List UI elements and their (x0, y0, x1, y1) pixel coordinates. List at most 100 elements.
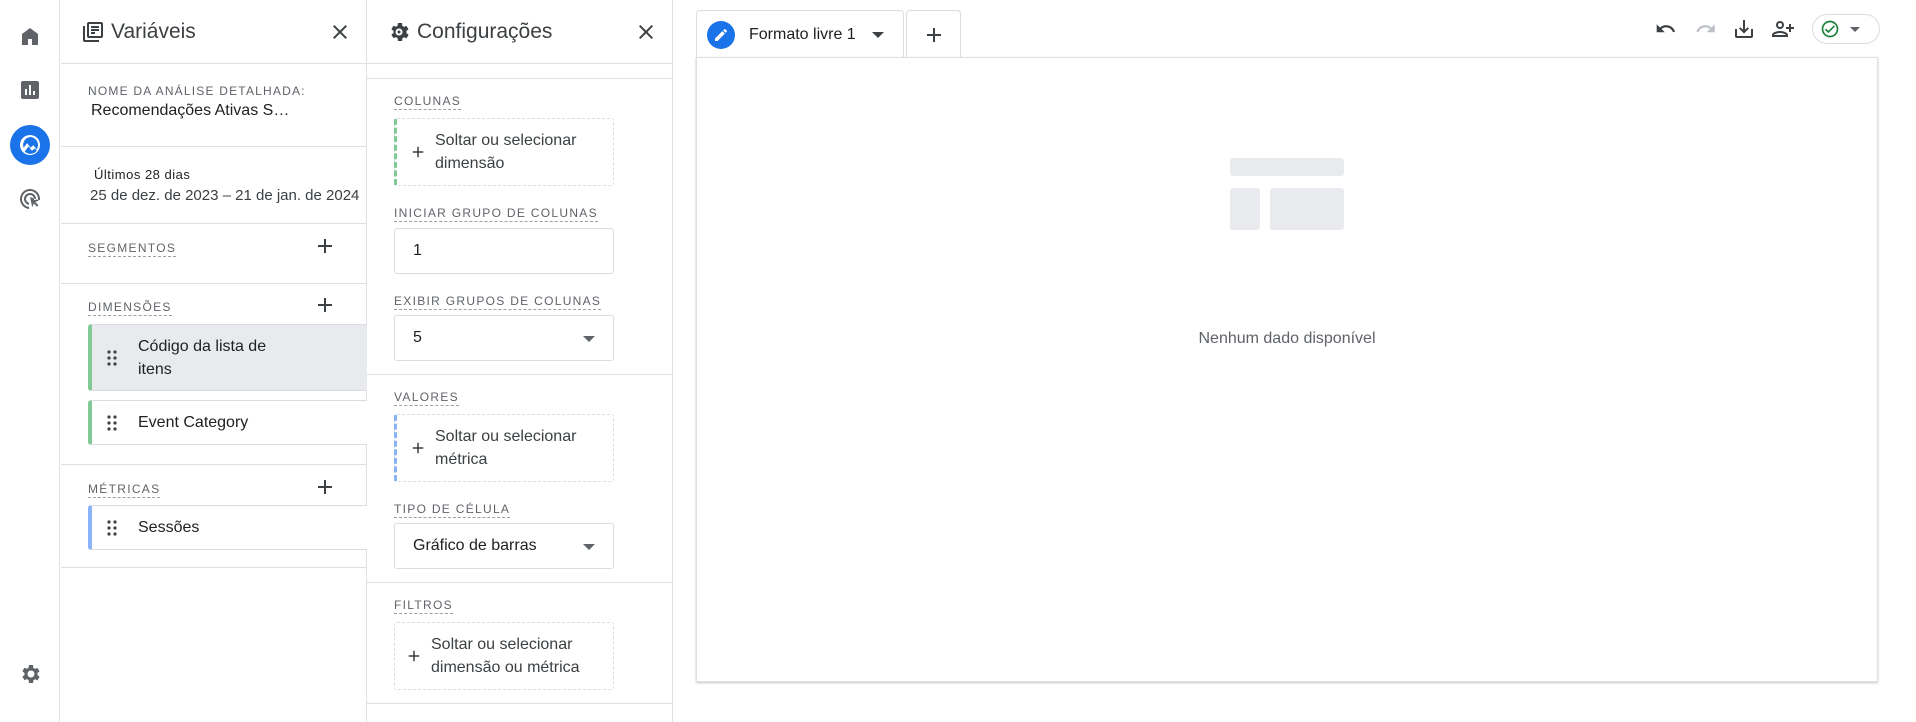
redo-icon (1696, 24, 1715, 33)
exploration-canvas[interactable]: Nenhum dado disponível (696, 57, 1878, 682)
drag-handle-icon[interactable] (106, 349, 124, 367)
chevron-down-icon (1850, 26, 1860, 32)
gear-icon (387, 20, 411, 44)
gear-icon (22, 665, 40, 683)
columns-label: COLUNAS (394, 94, 462, 110)
chevron-down-icon[interactable] (871, 31, 884, 38)
nav-rail (0, 0, 60, 722)
plus-icon (926, 27, 941, 42)
check-circle-icon (1820, 19, 1840, 39)
values-dropzone-label: Soltar ou selecionar métrica (435, 428, 577, 468)
nav-home[interactable] (10, 16, 50, 56)
dimension-chip[interactable]: Código da lista de itens (88, 324, 401, 391)
close-settings-button[interactable] (634, 20, 658, 44)
home-icon (22, 28, 38, 45)
variables-title: Variáveis (111, 19, 196, 43)
nav-explore[interactable] (10, 125, 50, 165)
plus-icon (405, 647, 423, 665)
redo-button[interactable] (1692, 15, 1720, 43)
share-button[interactable] (1769, 15, 1797, 43)
columns-dropzone-label: Soltar ou selecionar dimensão (435, 132, 577, 172)
analysis-name-value: Recomendações Ativas S… (91, 102, 290, 119)
nav-advertising[interactable] (10, 179, 50, 219)
plus-icon (318, 239, 332, 253)
start-group-label: INICIAR GRUPO DE COLUNAS (394, 206, 598, 222)
download-button[interactable] (1730, 15, 1758, 43)
settings-panel: Configurações COLUNAS Soltar ou selecion… (367, 0, 673, 722)
dimension-indicator (394, 119, 397, 185)
metric-chip-label: Sessões (138, 519, 200, 536)
cell-type-label: TIPO DE CÉLULA (394, 502, 511, 518)
variables-header: Variáveis (61, 0, 366, 64)
date-range-value: 25 de dez. de 2023 – 21 de jan. de 2024 (90, 187, 360, 204)
divider (61, 283, 366, 284)
advertising-icon (19, 189, 41, 209)
status-menu[interactable] (1812, 14, 1880, 44)
divider (367, 703, 672, 704)
filters-dropzone-label: Soltar ou selecionar dimensão ou métrica (431, 636, 580, 676)
divider (61, 223, 366, 224)
settings-header: Configurações (367, 0, 672, 64)
values-dropzone[interactable]: Soltar ou selecionar métrica (394, 414, 614, 482)
plus-icon (318, 298, 332, 312)
close-icon (639, 25, 653, 39)
filters-dropzone[interactable]: Soltar ou selecionar dimensão ou métrica (394, 622, 614, 690)
nav-reports[interactable] (10, 70, 50, 110)
dimension-chip-label: Código da lista de itens (138, 337, 267, 378)
variables-panel: Variáveis NOME DA ANÁLISE DETALHADA: Rec… (61, 0, 401, 722)
reports-icon (21, 81, 39, 99)
add-segment-button[interactable] (313, 234, 337, 258)
filters-label: FILTROS (394, 598, 453, 614)
close-icon (333, 25, 347, 39)
add-metric-button[interactable] (313, 475, 337, 499)
date-range[interactable]: Últimos 28 dias 25 de dez. de 2023 – 21 … (90, 167, 359, 204)
dimension-chip[interactable]: Event Category (88, 400, 401, 445)
empty-table-icon (1230, 158, 1344, 230)
metric-indicator (394, 415, 397, 481)
show-groups-label: EXIBIR GRUPOS DE COLUNAS (394, 294, 602, 310)
person-add-icon (1772, 21, 1794, 37)
add-tab-button[interactable] (906, 10, 961, 58)
close-variables-button[interactable] (328, 20, 352, 44)
analysis-name-block[interactable]: NOME DA ANÁLISE DETALHADA: Recomendações… (88, 84, 306, 120)
tab-label: Formato livre 1 (749, 25, 856, 43)
start-group-input[interactable]: 1 (394, 228, 614, 274)
divider (367, 78, 672, 79)
settings-title: Configurações (417, 19, 553, 43)
metrics-label: MÉTRICAS (88, 482, 161, 498)
drag-handle-icon[interactable] (106, 414, 124, 432)
library-books-icon (81, 20, 105, 44)
dropdown-arrow-icon (583, 336, 595, 342)
empty-state-text: Nenhum dado disponível (1198, 330, 1376, 347)
divider (61, 464, 366, 465)
dimensions-label: DIMENSÕES (88, 300, 172, 316)
segments-label: SEGMENTOS (88, 241, 177, 257)
cell-type-value: Gráfico de barras (413, 537, 537, 554)
metric-chip[interactable]: Sessões (88, 505, 401, 550)
values-label: VALORES (394, 390, 459, 406)
plus-icon (409, 439, 427, 457)
columns-dropzone[interactable]: Soltar ou selecionar dimensão (394, 118, 614, 186)
add-dimension-button[interactable] (313, 293, 337, 317)
undo-icon (1656, 24, 1676, 33)
undo-button[interactable] (1652, 15, 1680, 43)
divider (61, 567, 366, 568)
divider (367, 582, 672, 583)
dimension-chip-label: Event Category (138, 414, 249, 431)
date-range-label: Últimos 28 dias (94, 167, 191, 182)
dropdown-arrow-icon (583, 544, 595, 550)
edit-icon (707, 20, 735, 49)
app-root: Variáveis NOME DA ANÁLISE DETALHADA: Rec… (0, 0, 1916, 722)
show-groups-select[interactable]: 5 (394, 315, 614, 361)
drag-handle-icon[interactable] (106, 519, 124, 537)
download-icon (1735, 20, 1753, 38)
plus-icon (409, 143, 427, 161)
analysis-name-label: NOME DA ANÁLISE DETALHADA: (88, 84, 306, 98)
explore-icon (20, 135, 40, 155)
plus-icon (318, 480, 332, 494)
tab-formato-livre-1[interactable]: Formato livre 1 (696, 10, 904, 58)
cell-type-select[interactable]: Gráfico de barras (394, 523, 614, 569)
show-groups-value: 5 (413, 329, 422, 346)
nav-settings[interactable] (10, 654, 50, 694)
divider (61, 146, 366, 147)
